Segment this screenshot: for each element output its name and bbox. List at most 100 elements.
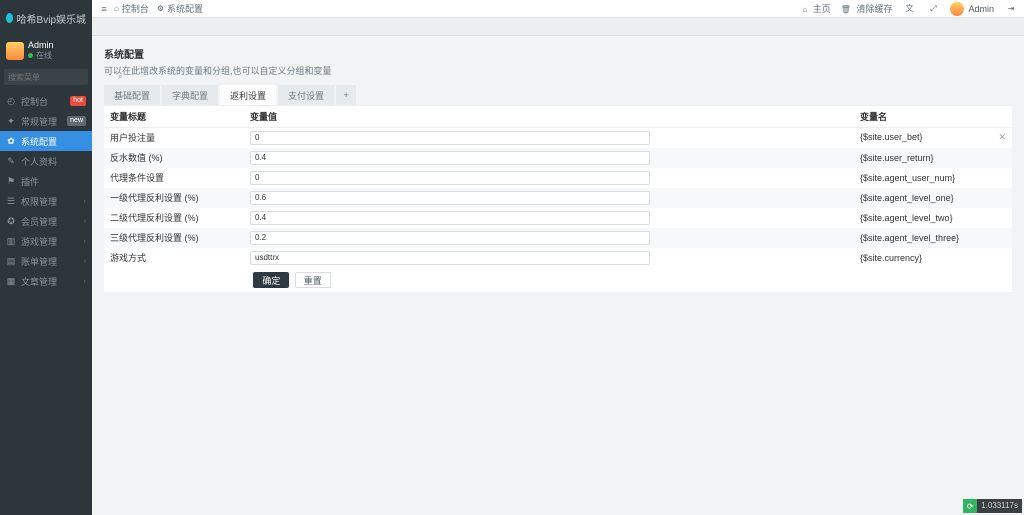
sidebar-toggle-icon[interactable]: ≡ — [98, 4, 110, 14]
nav-item-icon: ▦ — [6, 276, 16, 287]
breadcrumb: ⌂ 控制台 ⚙ 系统配置 — [114, 2, 211, 15]
nav-item-icon: ◴ — [6, 96, 16, 107]
nav-item-label: 游戏管理 — [21, 235, 84, 248]
breadcrumb-current[interactable]: ⚙ 系统配置 — [157, 2, 203, 15]
perf-icon: ⟳ — [963, 499, 977, 513]
home-icon: ⌂ — [114, 4, 119, 13]
nav-item-icon: ✪ — [6, 216, 16, 227]
row-title: 反水数值 (%) — [104, 148, 244, 168]
topbar-user[interactable]: Admin — [950, 2, 994, 16]
tab-1[interactable]: 字典配置 — [162, 85, 218, 105]
tab-2[interactable]: 返利设置 — [220, 85, 276, 105]
topbar-right: ⌂ 主页 🗑 清除缓存 文 ⤢ Admin ⇥ — [802, 2, 1018, 16]
row-value-input[interactable] — [250, 231, 650, 245]
sidebar-item-permissions[interactable]: ☰ 权限管理‹ — [0, 191, 92, 211]
reset-button[interactable]: 重置 — [295, 272, 331, 288]
table-row: 游戏方式 {$site.currency} — [104, 248, 1012, 268]
tab-strip — [92, 18, 1024, 36]
breadcrumb-home[interactable]: ⌂ 控制台 — [114, 2, 149, 15]
nav-item-icon: ✿ — [6, 136, 16, 147]
user-state-label: 在线 — [36, 50, 52, 61]
tab-0[interactable]: 基础配置 — [104, 85, 160, 105]
home-icon: ⌂ — [802, 5, 807, 14]
row-title: 游戏方式 — [104, 248, 244, 268]
home-link[interactable]: ⌂ 主页 — [802, 2, 830, 15]
perf-text: 1.033117s — [977, 499, 1022, 513]
sidebar-nav: ◴控制台hot✦常规管理new✿系统配置✎个人资料⚑插件☰权限管理‹✪会员管理‹… — [0, 91, 92, 291]
sidebar-item-profile[interactable]: ✎个人资料 — [0, 151, 92, 171]
logout-icon[interactable]: ⇥ — [1004, 2, 1018, 16]
status-dot-icon — [28, 53, 33, 58]
sidebar-item-plugins[interactable]: ⚑ 插件 — [0, 171, 92, 191]
chevron-left-icon: ‹ — [84, 218, 86, 225]
sidebar-item-members[interactable]: ✪ 会员管理‹ — [0, 211, 92, 231]
topbar-user-label: Admin — [968, 4, 994, 14]
fullscreen-icon[interactable]: ⤢ — [926, 2, 940, 16]
row-varname: {$site.user_return} — [854, 148, 1012, 168]
nav-item-icon: ⚑ — [6, 176, 16, 187]
nav-item-label: 插件 — [21, 175, 86, 188]
table-row: 用户投注量{$site.user_bet}✕ — [104, 128, 1012, 148]
row-title: 二级代理反利设置 (%) — [104, 208, 244, 228]
sidebar-item-games[interactable]: ▥ 游戏管理‹ — [0, 231, 92, 251]
close-icon[interactable]: ✕ — [998, 132, 1006, 143]
nav-item-icon: ▤ — [6, 256, 16, 267]
row-value-input[interactable] — [250, 211, 650, 225]
nav-item-label: 常规管理 — [21, 115, 67, 128]
row-title: 三级代理反利设置 (%) — [104, 228, 244, 248]
nav-item-label: 权限管理 — [21, 195, 84, 208]
content: 系统配置 可以在此增改系统的变量和分组,也可以自定义分组和变量 基础配置字典配置… — [92, 36, 1024, 515]
trash-icon: 🗑 — [841, 5, 851, 14]
avatar-icon — [6, 42, 24, 60]
brand: 哈希Bvip娱乐城 — [0, 0, 92, 36]
config-tabs: 基础配置字典配置返利设置支付设置+ — [104, 85, 1012, 105]
page-title: 系统配置 — [104, 46, 1012, 61]
row-value-input[interactable] — [250, 171, 650, 185]
row-varname: {$site.currency} — [854, 248, 1012, 268]
table-row: 三级代理反利设置 (%){$site.agent_level_three} — [104, 228, 1012, 248]
table-row: 一级代理反利设置 (%){$site.agent_level_one} — [104, 188, 1012, 208]
sidebar-item-sysconfig[interactable]: ✿系统配置 — [0, 131, 92, 151]
nav-item-icon: ▥ — [6, 236, 16, 247]
clear-cache-label: 清除缓存 — [856, 4, 892, 14]
language-icon[interactable]: 文 — [902, 2, 916, 16]
sidebar-item-general[interactable]: ✦ 常规管理new — [0, 111, 92, 131]
breadcrumb-home-label: 控制台 — [122, 2, 149, 15]
sidebar-item-dashboard[interactable]: ◴控制台hot — [0, 91, 92, 111]
chevron-left-icon: ‹ — [84, 238, 86, 245]
col-name: 变量名 — [854, 106, 1012, 128]
table-row: 二级代理反利设置 (%) {$site.agent_level_two} — [104, 208, 1012, 228]
col-value: 变量值 — [244, 106, 854, 128]
clear-cache-link[interactable]: 🗑 清除缓存 — [841, 2, 893, 15]
sidebar-search[interactable]: ⌕ — [4, 69, 88, 85]
topbar: ≡ ⌂ 控制台 ⚙ 系统配置 ⌂ 主页 🗑 清除缓存 — [92, 0, 1024, 18]
row-value-input[interactable] — [250, 131, 650, 145]
row-varname: {$site.agent_user_num} — [854, 168, 1012, 188]
tab-3[interactable]: 支付设置 — [278, 85, 334, 105]
row-varname: {$site.user_bet}✕ — [854, 128, 1012, 148]
nav-item-label: 个人资料 — [21, 155, 86, 168]
row-title: 一级代理反利设置 (%) — [104, 188, 244, 208]
col-title: 变量标题 — [104, 106, 244, 128]
row-value-input[interactable] — [250, 191, 650, 205]
chevron-left-icon: ‹ — [84, 278, 86, 285]
sidebar-item-articles[interactable]: ▦文章管理‹ — [0, 271, 92, 291]
table-row: 反水数值 (%) {$site.user_return} — [104, 148, 1012, 168]
row-value-input[interactable] — [250, 251, 650, 265]
nav-item-icon: ☰ — [6, 196, 16, 207]
nav-item-icon: ✦ — [6, 116, 16, 127]
row-varname: {$site.agent_level_two} — [854, 208, 1012, 228]
perf-widget[interactable]: ⟳ 1.033117s — [963, 499, 1022, 513]
submit-button[interactable]: 确定 — [253, 272, 289, 288]
config-table: 变量标题 变量值 变量名 用户投注量{$site.user_bet}✕反水数值 … — [104, 105, 1012, 268]
chevron-left-icon: ‹ — [84, 198, 86, 205]
sidebar-user[interactable]: Admin 在线 — [0, 36, 92, 65]
home-link-label: 主页 — [813, 4, 831, 14]
avatar-icon — [950, 2, 964, 16]
row-title: 代理条件设置 — [104, 168, 244, 188]
row-value-input[interactable] — [250, 151, 650, 165]
tab-add[interactable]: + — [336, 85, 356, 105]
nav-badge: new — [67, 116, 86, 126]
sidebar-item-bills[interactable]: ▤账单管理‹ — [0, 251, 92, 271]
nav-item-label: 会员管理 — [21, 215, 84, 228]
